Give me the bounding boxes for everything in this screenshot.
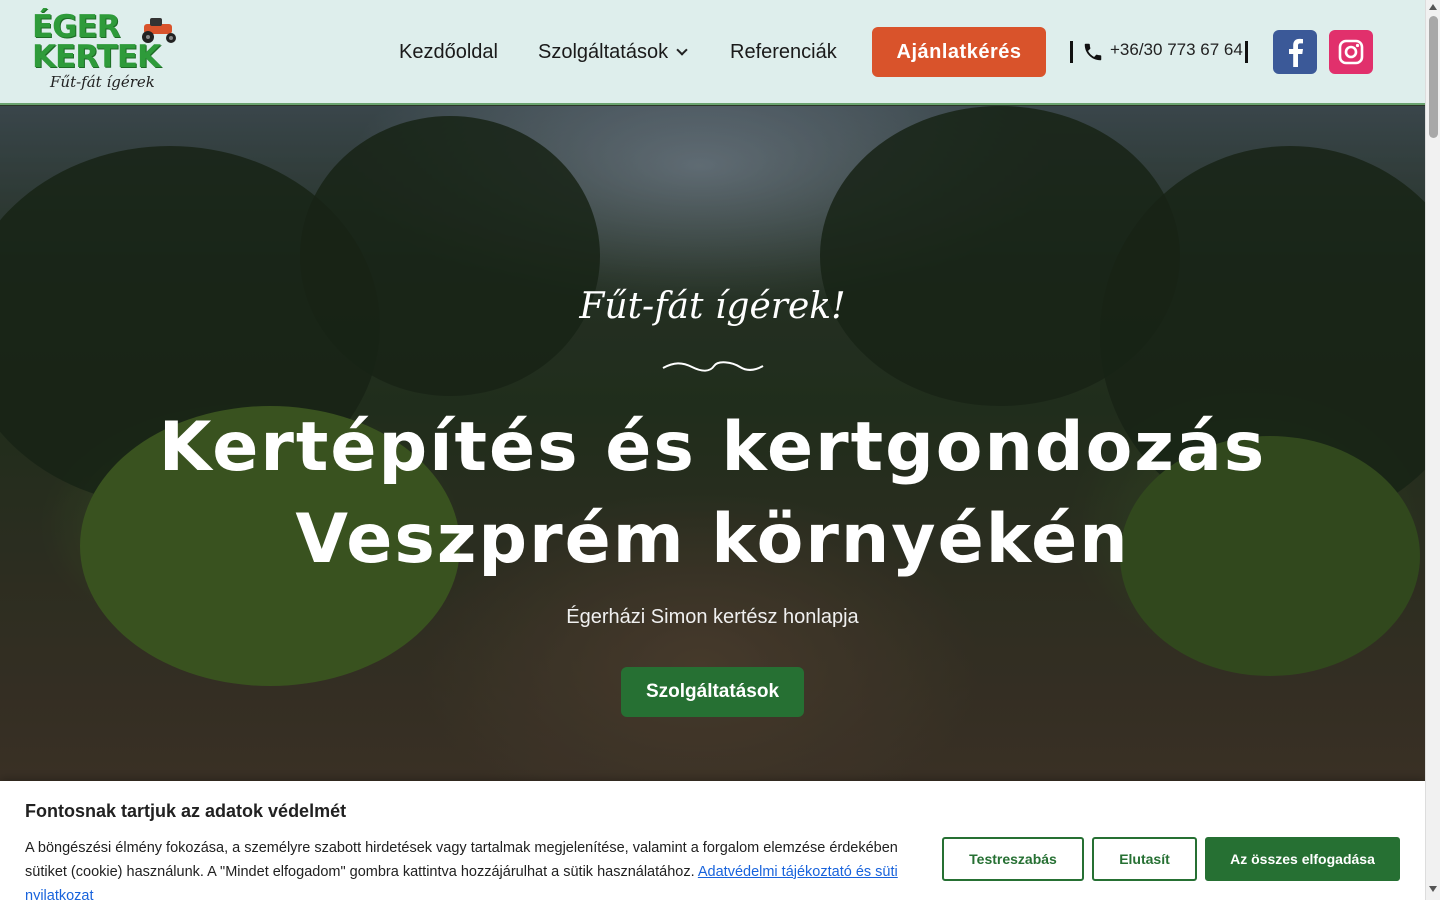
cookie-reject-button[interactable]: Elutasít [1092,837,1197,881]
scroll-up-arrow-icon[interactable] [1429,4,1437,10]
nav-references[interactable]: Referenciák [730,27,837,77]
site-logo[interactable]: ÉGER KERTEK Fűt-fát ígérek [32,10,184,94]
instagram-icon [1338,39,1364,65]
scroll-down-arrow-icon[interactable] [1429,886,1437,892]
page-scrollbar[interactable] [1425,0,1440,900]
hero-section: Fűt-fát ígérek! Kertépítés és kertgondoz… [0,106,1425,781]
hero-title-line1: Kertépítés és kertgondozás [158,408,1267,487]
services-cta-button[interactable]: Szolgáltatások [621,667,804,717]
decorative-wave-divider [662,361,764,372]
instagram-link[interactable] [1329,30,1373,74]
hero-title-line2: Veszprém környékén [295,500,1130,579]
nav-home[interactable]: Kezdőoldal [399,27,498,77]
logo-line2: KERTEK [32,39,161,75]
facebook-icon [1289,38,1303,67]
site-header: ÉGER KERTEK Fűt-fát ígérek Kezdőoldal Sz… [0,0,1425,105]
divider [1245,41,1248,63]
phone-icon [1084,43,1102,61]
phone-number[interactable]: +36/30 773 67 64 [1110,40,1243,60]
chevron-down-icon [676,44,688,56]
hero-subtitle: Égerházi Simon kertész honlapja [566,606,859,628]
cookie-customize-button[interactable]: Testreszabás [942,837,1084,881]
nav-services-label: Szolgáltatások [538,41,669,63]
quote-request-button[interactable]: Ajánlatkérés [872,27,1046,77]
cookie-accept-all-button[interactable]: Az összes elfogadása [1205,837,1400,881]
hero-script-tagline: Fűt-fát ígérek! [579,286,846,327]
cookie-consent-banner: Fontosnak tartjuk az adatok védelmét A b… [0,781,1425,900]
nav-services[interactable]: Szolgáltatások [538,27,688,77]
cookie-description: A böngészési élmény fokozása, a személyr… [25,836,925,900]
facebook-link[interactable] [1273,30,1317,74]
logo-tagline: Fűt-fát ígérek [50,73,155,91]
divider [1070,41,1073,63]
cookie-title: Fontosnak tartjuk az adatok védelmét [25,801,347,821]
scrollbar-thumb[interactable] [1429,16,1438,138]
hero-title: Kertépítés és kertgondozás Veszprém körn… [0,402,1425,586]
hero-content: Fűt-fát ígérek! Kertépítés és kertgondoz… [0,106,1425,781]
